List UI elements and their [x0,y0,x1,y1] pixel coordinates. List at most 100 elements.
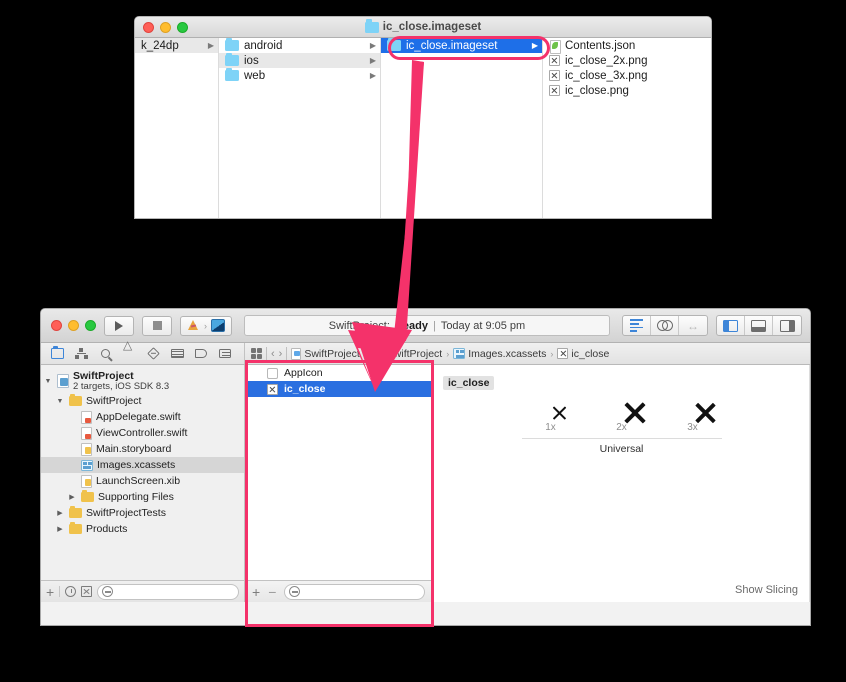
image-slot-3x[interactable]: 3x [664,402,722,433]
swift-file-icon [81,410,92,424]
tree-node-appdelegate[interactable]: AppDelegate.swift [41,409,244,425]
chevron-right-icon: ▶ [369,55,376,65]
finder-row[interactable]: ic_close.png [543,83,711,98]
finder-row-label: ic_close.png [565,84,629,97]
debug-navigator-icon[interactable] [165,349,189,358]
version-editor-button[interactable]: ↔ [679,316,707,335]
issue-navigator-icon[interactable] [117,339,141,359]
project-icon [291,347,302,360]
clock-icon[interactable] [65,586,77,597]
scheme-selector[interactable]: › [180,315,232,336]
asset-row-label: ic_close [284,383,326,395]
breadcrumb-item-imageset[interactable]: ic_close [557,348,609,360]
tree-node-label: Products [86,523,128,535]
xcode-window-controls [51,320,96,331]
disclosure-triangle-icon[interactable]: ▼ [43,378,53,385]
forward-button[interactable]: › [279,348,283,360]
disclosure-triangle-icon[interactable]: ▶ [55,509,65,517]
disclosure-triangle-icon[interactable]: ▼ [55,398,65,405]
asset-row-label: AppIcon [284,367,323,379]
stop-button[interactable] [142,315,172,336]
status-state: Ready [394,319,428,332]
folder-icon [387,37,401,51]
finder-row-label: web [244,69,266,82]
disclosure-triangle-icon[interactable]: ▶ [67,493,77,501]
navigator-toggle-button[interactable] [717,316,745,335]
asset-filter-input[interactable] [284,583,425,600]
image-slot-2x[interactable]: 2x [593,402,651,433]
test-navigator-icon[interactable] [141,347,165,360]
maximize-button[interactable] [85,320,96,331]
tree-node-viewcontroller[interactable]: ViewController.swift [41,425,244,441]
asset-row-ic-close[interactable]: ic_close [245,381,432,397]
debug-area-toggle-button[interactable] [745,316,773,335]
assistant-editor-button[interactable] [651,316,679,335]
navigator-filter-input[interactable] [97,583,239,600]
appicon-icon [267,367,278,379]
utilities-toggle-button[interactable] [773,316,801,335]
folder-icon [225,52,239,66]
xib-icon [81,474,92,488]
json-file-icon [549,39,561,54]
finder-row[interactable]: web ▶ [219,67,380,83]
close-button[interactable] [143,21,154,33]
finder-row[interactable]: ios ▶ [219,52,380,68]
tree-node-supporting-files[interactable]: ▶ Supporting Files [41,489,244,505]
report-navigator-icon[interactable] [213,349,237,358]
tree-node-label: SwiftProjectTests [86,507,166,519]
finder-row[interactable]: ic_close_2x.png [543,53,711,68]
breadcrumb-item-project[interactable]: SwiftProject [291,347,360,360]
image-slot-1x[interactable]: 1x [522,406,580,433]
finder-row-label: Contents.json [565,39,636,52]
tree-node-group[interactable]: ▼ SwiftProject [41,393,244,409]
finder-row[interactable]: Contents.json [543,38,711,54]
asset-row-appicon[interactable]: AppIcon [245,365,432,381]
back-button[interactable]: ‹ [271,348,275,360]
source-control-icon[interactable] [81,586,93,597]
tree-node-subtitle: 2 targets, iOS SDK 8.3 [73,380,170,392]
tree-node-xcassets[interactable]: Images.xcassets [41,457,244,473]
status-project: SwiftProject: [328,319,390,332]
breakpoint-navigator-icon[interactable] [189,349,213,358]
tree-node-tests[interactable]: ▶ SwiftProjectTests [41,505,244,521]
symbol-navigator-icon[interactable] [69,348,93,359]
find-navigator-icon[interactable] [93,349,117,358]
related-items-icon[interactable] [251,348,262,359]
breadcrumb-label: Images.xcassets [468,347,547,360]
add-asset-button[interactable]: + [252,585,260,599]
maximize-button[interactable] [177,21,188,33]
finder-window-title: ic_close.imageset [135,19,711,33]
tree-node-launchscreen[interactable]: LaunchScreen.xib [41,473,244,489]
remove-asset-button[interactable]: − [268,585,276,599]
chevron-right-icon: › [363,348,367,359]
play-icon [115,320,123,331]
tree-node-label: ViewController.swift [96,427,188,439]
finder-titlebar: ic_close.imageset [135,17,711,38]
tree-node-products[interactable]: ▶ Products [41,521,244,537]
tree-node-label: Images.xcassets [97,459,176,471]
finder-row[interactable]: k_24dp ▶ [135,38,218,53]
imageset-name-label: ic_close [443,376,495,390]
run-button[interactable] [104,315,134,336]
disclosure-triangle-icon[interactable]: ▶ [55,525,65,533]
minimize-button[interactable] [160,21,171,33]
folder-icon [370,346,384,359]
show-slicing-button[interactable]: Show Slicing [735,584,798,596]
swift-file-icon [81,426,92,440]
breadcrumb-item-xcassets[interactable]: Images.xcassets [453,348,546,360]
breadcrumb-item-group[interactable]: SwiftProject [370,346,442,360]
finder-row[interactable]: ic_close_3x.png [543,68,711,83]
finder-column-1: k_24dp ▶ [135,38,219,218]
debug-pane-icon [751,319,766,332]
finder-row-selected-imageset[interactable]: ic_close.imageset ▶ [381,37,542,53]
tree-node-label: LaunchScreen.xib [96,475,181,487]
add-file-button[interactable]: + [46,585,54,599]
close-button[interactable] [51,320,62,331]
tree-node-storyboard[interactable]: Main.storyboard [41,441,244,457]
standard-editor-button[interactable] [623,316,651,335]
minimize-button[interactable] [68,320,79,331]
breadcrumb-label: ic_close [571,347,610,360]
tree-node-project[interactable]: ▼ SwiftProject 2 targets, iOS SDK 8.3 [41,369,244,393]
project-navigator-icon[interactable] [45,346,69,359]
finder-row[interactable]: android ▶ [219,37,380,53]
